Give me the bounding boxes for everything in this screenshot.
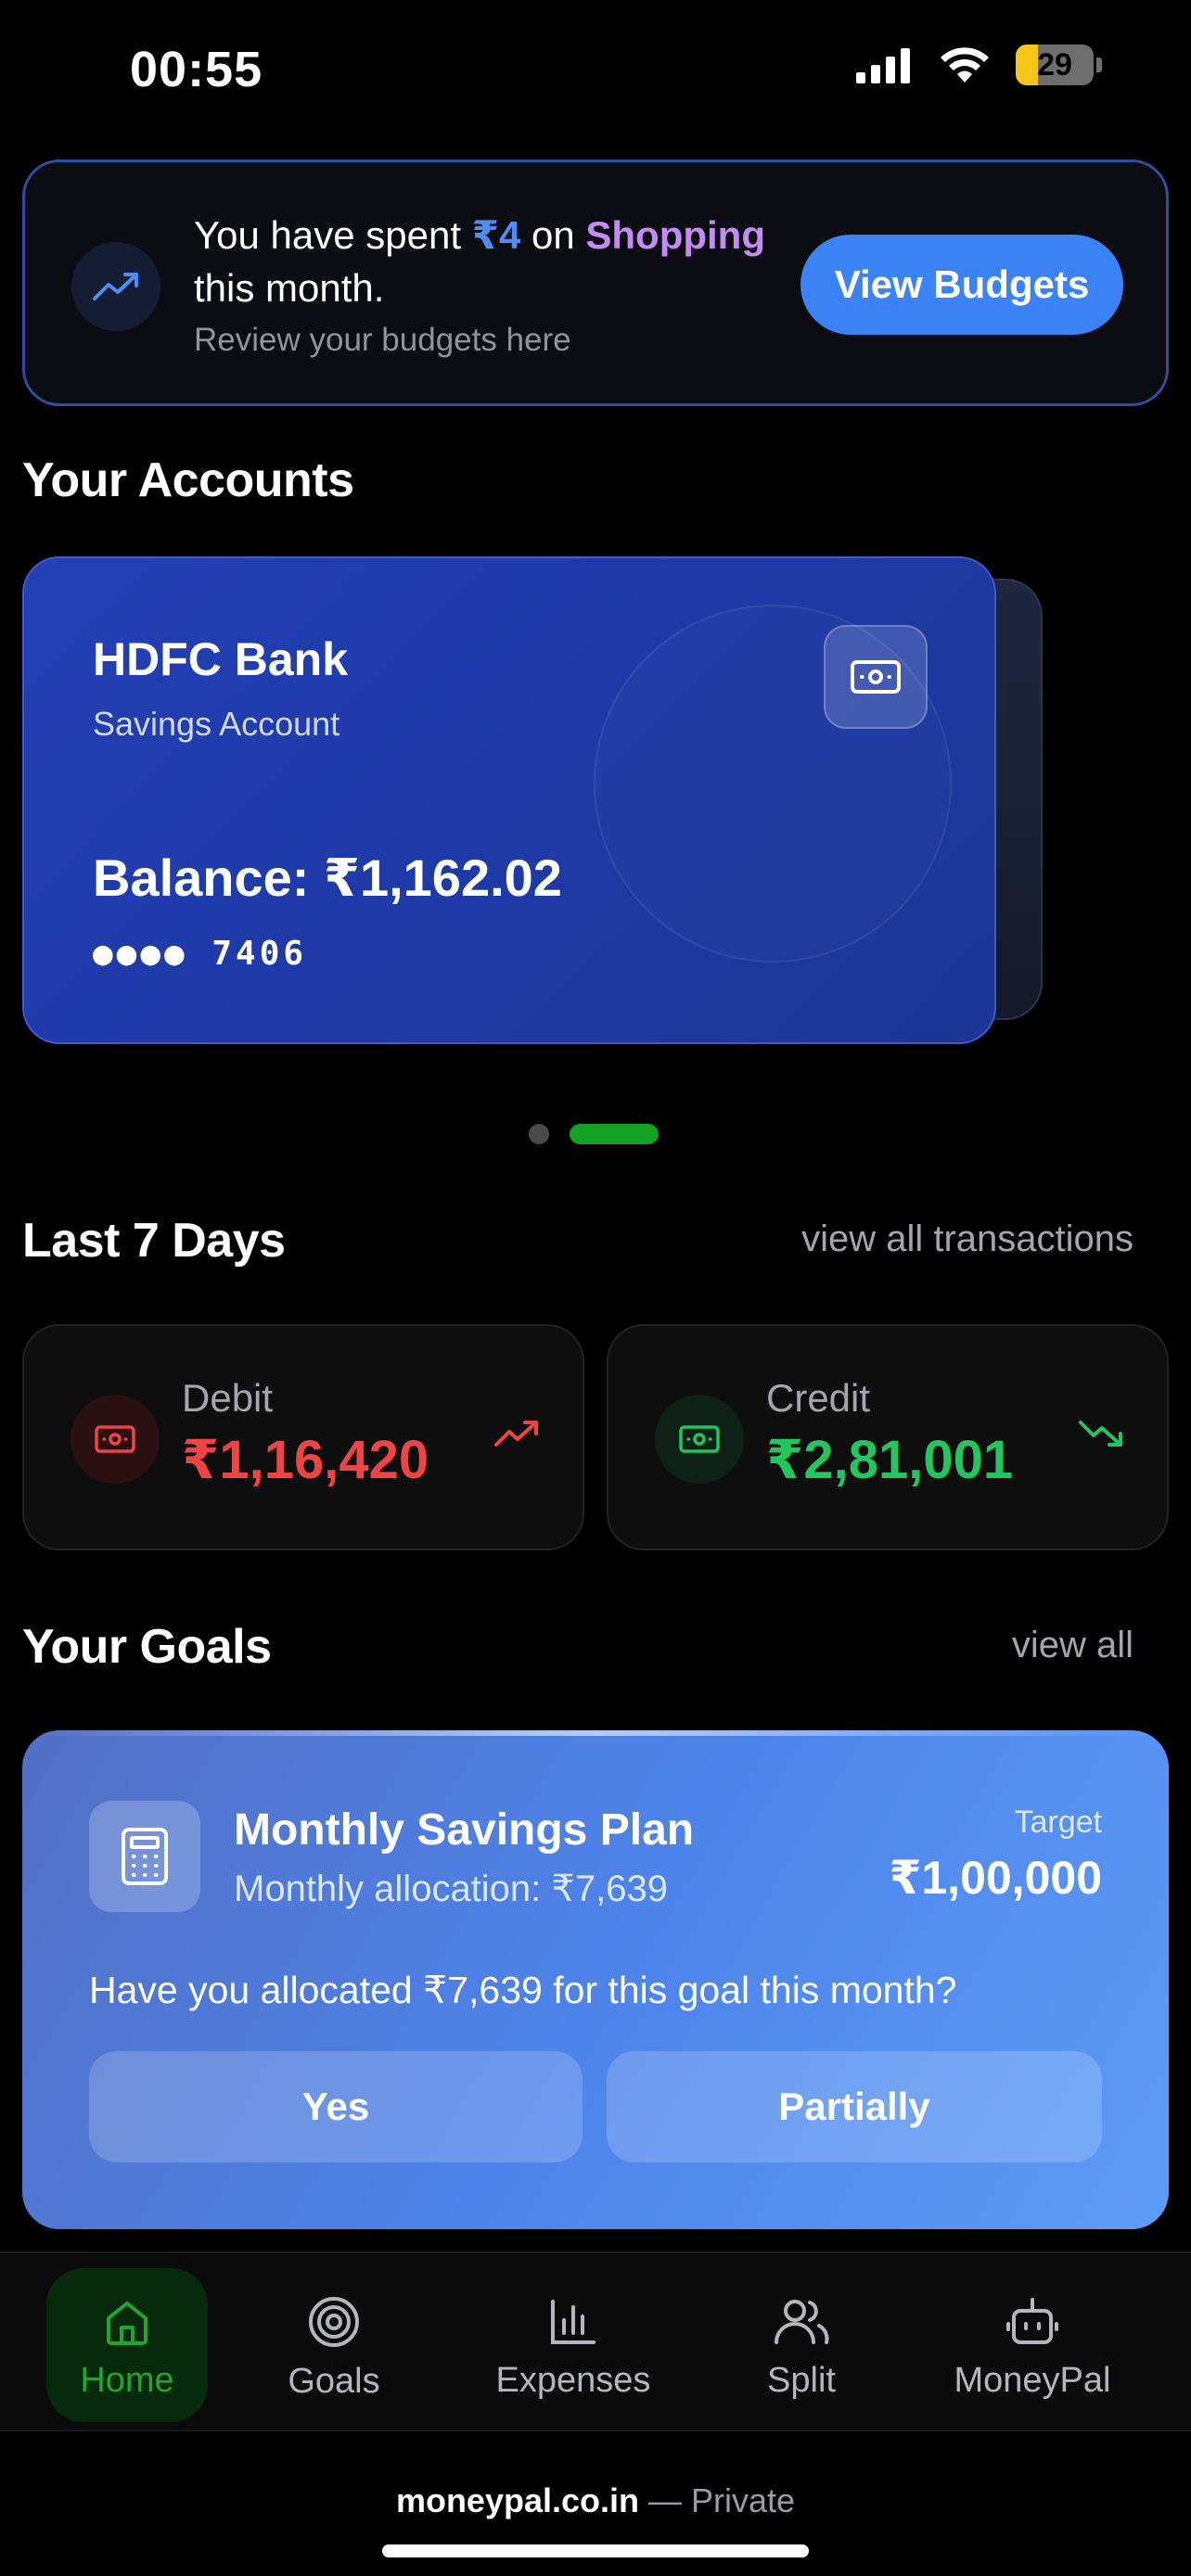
banner-message-line2: this month. [194, 266, 385, 310]
status-icons: 29 [854, 45, 1102, 85]
wifi-icon [941, 47, 989, 83]
battery-icon: 29 [1016, 45, 1102, 85]
home-indicator[interactable] [382, 2544, 809, 2557]
banner-text-mid: on [531, 213, 575, 257]
goal-question: Have you allocated ₹7,639 for this goal … [89, 1969, 957, 2011]
browser-url-bar[interactable]: moneypal.co.in — Private [0, 2429, 1191, 2576]
account-card[interactable]: HDFC Bank Savings Account Balance: ₹1,16… [22, 556, 996, 1044]
account-type: Savings Account [93, 705, 340, 743]
credit-label: Credit [766, 1376, 871, 1420]
credit-banknote-icon [655, 1395, 744, 1484]
banknote-icon[interactable] [824, 625, 928, 729]
trending-down-icon [1079, 1421, 1122, 1447]
nav-moneypal-label: MoneyPal [954, 2360, 1111, 2400]
goal-target: ₹1,00,000 [889, 1852, 1102, 1904]
budget-banner: You have spent ₹4 on Shopping this month… [22, 159, 1169, 406]
bank-name: HDFC Bank [93, 633, 349, 685]
credit-card[interactable]: Credit ₹2,81,001 [607, 1324, 1169, 1550]
nav-home-label: Home [80, 2360, 174, 2400]
url-private-label: — Private [648, 2481, 796, 2519]
pagination-dot-active[interactable] [570, 1124, 659, 1144]
trending-up-icon [71, 242, 160, 331]
nav-split-label: Split [767, 2360, 836, 2400]
trending-up-icon [494, 1421, 538, 1447]
nav-goals[interactable]: Goals [260, 2272, 408, 2424]
battery-percent: 29 [1037, 46, 1072, 83]
debit-label: Debit [182, 1376, 274, 1420]
calculator-icon [89, 1801, 200, 1912]
pagination-dot[interactable] [529, 1124, 549, 1144]
nav-home[interactable]: Home [46, 2272, 208, 2424]
goal-allocation: Monthly allocation: ₹7,639 [234, 1868, 668, 1909]
debit-banknote-icon [70, 1395, 160, 1484]
nav-split[interactable]: Split [727, 2272, 876, 2424]
nav-moneypal[interactable]: MoneyPal [935, 2272, 1130, 2424]
debit-card[interactable]: Debit ₹1,16,420 [22, 1324, 584, 1550]
status-bar: 00:55 29 [0, 0, 1191, 139]
debit-value: ₹1,16,420 [182, 1430, 429, 1490]
banner-message: You have spent ₹4 on Shopping [194, 212, 765, 258]
last-7-days-title: Last 7 Days [22, 1214, 286, 1268]
goals-title: Your Goals [22, 1620, 272, 1674]
home-icon [107, 2301, 147, 2345]
goal-card-highlight [22, 1730, 1169, 1736]
banner-category: Shopping [585, 213, 765, 257]
banner-subtitle: Review your budgets here [194, 322, 571, 358]
credit-value: ₹2,81,001 [766, 1430, 1014, 1490]
goal-yes-button[interactable]: Yes [89, 2051, 583, 2162]
users-icon [775, 2299, 829, 2344]
carousel-pagination[interactable] [529, 1124, 659, 1144]
view-all-transactions-link[interactable]: view all transactions [801, 1218, 1133, 1260]
view-all-goals-link[interactable]: view all [1012, 1625, 1133, 1666]
banner-amount: ₹4 [471, 213, 521, 257]
account-balance: Balance: ₹1,162.02 [93, 848, 562, 907]
nav-expenses-label: Expenses [495, 2360, 651, 2400]
bar-chart-icon [551, 2299, 596, 2344]
goal-target-label: Target [1014, 1804, 1103, 1840]
account-number-mask: ●●●● 7406 [93, 935, 308, 973]
goal-name: Monthly Savings Plan [234, 1805, 695, 1855]
url-domain: moneypal.co.in [395, 2481, 639, 2519]
target-icon [309, 2296, 359, 2347]
nav-expenses[interactable]: Expenses [480, 2272, 666, 2424]
url-text[interactable]: moneypal.co.in — Private [0, 2481, 1191, 2520]
status-time: 00:55 [130, 42, 263, 97]
signal-icon [856, 48, 910, 83]
goal-partially-button[interactable]: Partially [607, 2051, 1102, 2162]
banner-text-prefix: You have spent [194, 213, 462, 257]
bottom-nav: Home Goals Expenses Split MoneyPal [0, 2251, 1191, 2429]
view-budgets-button[interactable]: View Budgets [800, 235, 1123, 335]
goal-card[interactable]: Monthly Savings Plan Monthly allocation:… [22, 1730, 1169, 2229]
bot-icon [1006, 2297, 1058, 2344]
nav-goals-label: Goals [288, 2361, 380, 2401]
accounts-title: Your Accounts [22, 453, 354, 507]
